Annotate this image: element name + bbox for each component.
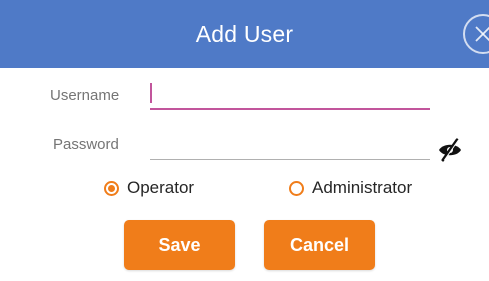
close-icon	[475, 26, 489, 42]
role-option-label: Administrator	[312, 178, 413, 197]
password-label: Password	[53, 136, 119, 153]
username-input[interactable]	[150, 82, 430, 110]
radio-unselected-icon	[289, 180, 304, 196]
save-button[interactable]: Save	[124, 220, 235, 270]
role-option-operator[interactable]: Operator	[104, 178, 194, 198]
dialog-header: Add User	[0, 0, 489, 68]
username-label: Username	[50, 87, 120, 104]
add-user-dialog: Add User Username Password Operator Admi…	[0, 0, 489, 281]
password-input[interactable]	[150, 132, 430, 160]
radio-selected-icon	[104, 180, 119, 196]
role-option-administrator[interactable]: Administrator	[289, 178, 412, 198]
password-visibility-toggle[interactable]	[436, 138, 464, 162]
close-button[interactable]	[463, 14, 489, 54]
cancel-button[interactable]: Cancel	[264, 220, 375, 270]
eye-off-icon	[439, 138, 461, 162]
role-option-label: Operator	[127, 178, 195, 197]
dialog-title: Add User	[195, 20, 294, 47]
text-cursor	[150, 83, 152, 103]
